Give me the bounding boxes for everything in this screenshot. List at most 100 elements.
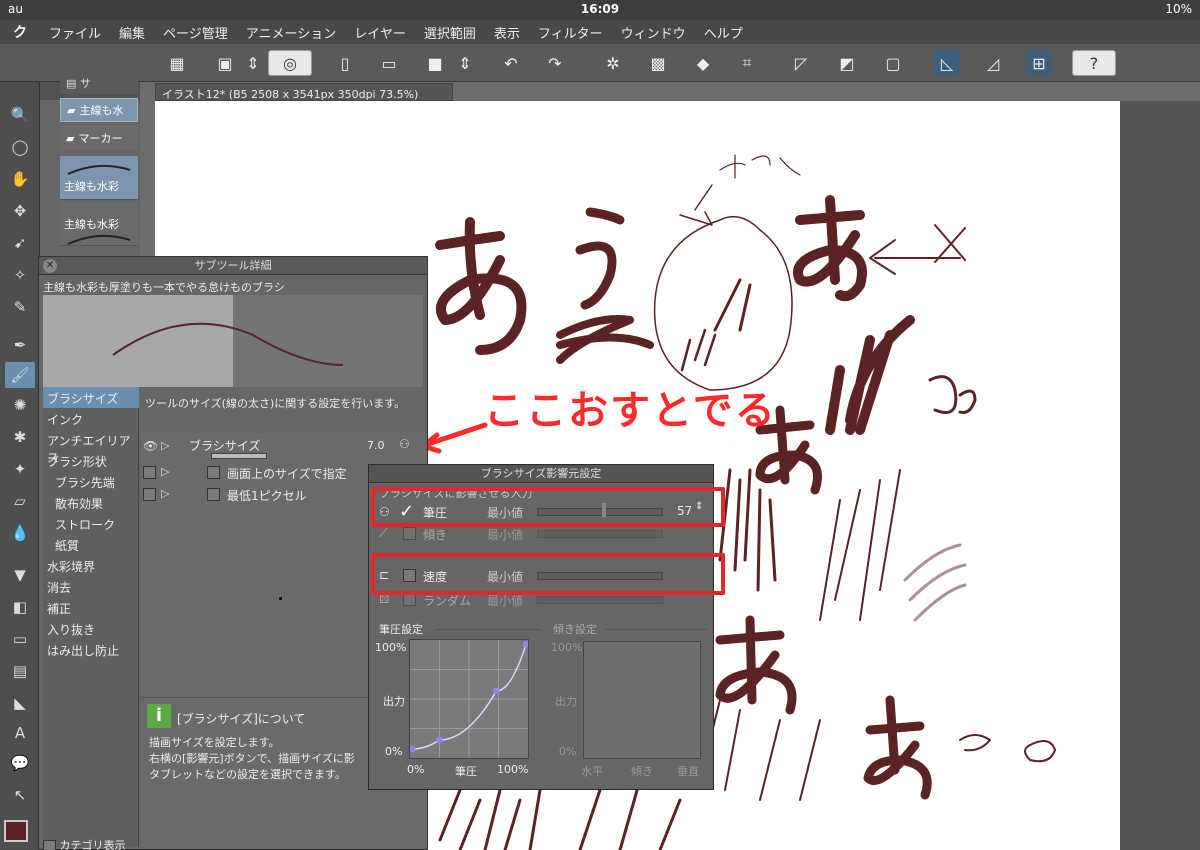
curve-control-point[interactable] [493, 688, 500, 695]
blend-tool-icon[interactable]: ✦ [5, 456, 35, 482]
tilt-y-axis-label: 出力 [555, 695, 577, 708]
stroke [819, 469, 901, 621]
brush-entry-label: 主線も水彩 [64, 180, 119, 193]
main-color-swatch[interactable] [4, 820, 28, 842]
hand-tool-icon[interactable]: ✋ [5, 166, 35, 192]
curve-control-point[interactable] [409, 746, 415, 753]
expand-icon[interactable]: ▷ [161, 465, 169, 478]
stroke [575, 241, 617, 310]
airbrush-tool-icon[interactable]: ✺ [5, 392, 35, 418]
eye-icon[interactable]: 👁 [143, 439, 158, 453]
move-tool-icon[interactable]: ✥ [5, 198, 35, 224]
tilt-icon: ⟋ [379, 526, 388, 540]
text-tool-icon[interactable]: A [5, 720, 35, 746]
info-line: タブレットなどの設定を選択できます。 [149, 768, 346, 781]
tilt-x-axis-left: 水平 [581, 765, 603, 778]
y-axis-bottom: 0% [385, 745, 403, 758]
on-screen-size-checkbox[interactable] [207, 466, 220, 479]
stroke [719, 154, 771, 179]
brush-size-slider[interactable] [211, 453, 267, 459]
category-display-toggle[interactable]: カテゴリ表示 [43, 837, 126, 850]
stroke [556, 333, 654, 349]
category-paper[interactable]: 紙質 [43, 534, 139, 555]
checkbox[interactable] [143, 488, 156, 501]
influence-source-icon[interactable]: ⚇ [399, 437, 410, 451]
category-spray[interactable]: 散布効果 [43, 492, 139, 513]
curve-control-point[interactable] [436, 737, 443, 744]
category-correction[interactable]: 補正 [43, 597, 139, 618]
marker-group-icon: ▰ [66, 131, 75, 145]
brush-size-label: ブラシサイズ [189, 439, 261, 453]
lasso-tool-icon[interactable]: ◯ [5, 134, 35, 160]
stroke [713, 278, 752, 332]
category-brush-size[interactable]: ブラシサイズ [43, 387, 139, 408]
figure-tool-icon[interactable]: ▭ [5, 626, 35, 652]
subtool-group-label: マーカー [78, 132, 123, 145]
stroke [958, 389, 977, 414]
frame-tool-icon[interactable]: ▤ [5, 658, 35, 684]
pressure-curve-graph[interactable] [409, 639, 529, 759]
tilt-min-slider[interactable] [537, 530, 663, 538]
expand-icon[interactable]: ▷ [161, 487, 169, 500]
curve-control-point[interactable] [523, 641, 529, 648]
brush-tool-icon[interactable]: 🖌 [5, 362, 35, 388]
eyedropper-icon[interactable]: ✎ [5, 294, 35, 320]
category-antialias[interactable]: アンチエイリアス [43, 429, 139, 465]
category-stroke[interactable]: ストローク [43, 513, 139, 534]
correction-tool-icon[interactable]: ↖ [5, 782, 35, 808]
annotation-text: ここおすとでる [484, 388, 777, 434]
tilt-x-axis-mid: 傾き [631, 765, 653, 778]
tilt-checkbox[interactable] [403, 527, 416, 540]
min-1px-checkbox[interactable] [207, 488, 220, 501]
category-taper[interactable]: 入り抜き [43, 618, 139, 639]
category-erase[interactable]: 消去 [43, 576, 139, 597]
on-screen-size-label: 画面上のサイズで指定 [227, 467, 347, 481]
fill-tool-icon[interactable]: ▼ [5, 562, 35, 588]
x-axis-label: 筆圧 [455, 765, 477, 778]
subtool-group-main[interactable]: ▰ 主線も水 [60, 98, 138, 122]
tool-bar: 🔍 ◯ ✋ ✥ ➹ ✧ ✎ ✒ 🖌 ✺ ✱ ✦ ▱ 💧 ▼ ◧ ▭ ▤ ◣ A … [0, 82, 40, 850]
ruler-tool-icon[interactable]: ◣ [5, 690, 35, 716]
highlight-box [371, 487, 725, 527]
close-icon[interactable]: ✕ [43, 259, 57, 273]
influence-window: ブラシサイズ影響元設定 ブラシサイズに影響させる入力 ⚇ ✓ 筆圧 最小値 57… [368, 464, 725, 790]
brush-name: 主線も水彩も厚塗りも一本でやる怠けものブラシ [43, 281, 285, 294]
info-title: [ブラシサイズ]について [177, 712, 306, 726]
category-overflow[interactable]: はみ出し防止 [43, 639, 139, 660]
gradient-tool-icon[interactable]: ◧ [5, 594, 35, 620]
stroke [680, 328, 717, 372]
subtool-tab-label: サ [79, 77, 91, 90]
eraser-tool-icon[interactable]: ▱ [5, 488, 35, 514]
brush-entry[interactable]: 主線も水彩 [60, 202, 138, 246]
category-display-checkbox[interactable] [43, 839, 56, 850]
category-watercolor-edge[interactable]: 水彩境界 [43, 555, 139, 576]
stroke [755, 440, 822, 495]
select-tool-icon[interactable]: ➹ [5, 230, 35, 256]
decoration-tool-icon[interactable]: ✱ [5, 424, 35, 450]
category-ink[interactable]: インク [43, 408, 139, 429]
highlight-box [371, 553, 725, 595]
random-min-slider[interactable] [537, 596, 663, 604]
stroke [699, 699, 821, 801]
category-brush-shape[interactable]: ブラシ形状 [43, 450, 139, 471]
subtool-group-marker[interactable]: ▰ マーカー [60, 126, 138, 150]
expand-icon[interactable]: ▷ [161, 439, 169, 452]
pen-tool-icon[interactable]: ✒ [5, 332, 35, 358]
brush-entry-label: 主線も水彩 [64, 218, 119, 231]
drop-tool-icon[interactable]: 💧 [5, 520, 35, 546]
balloon-tool-icon[interactable]: 💬 [5, 750, 35, 776]
stroke [934, 224, 966, 263]
magic-wand-icon[interactable]: ✧ [5, 262, 35, 288]
brush-size-value[interactable]: 7.0 [367, 439, 385, 452]
brush-entry-selected[interactable]: 主線も水彩 [60, 156, 138, 200]
checkbox[interactable] [143, 466, 156, 479]
tilt-section-divider [605, 629, 707, 630]
category-display-label: カテゴリ表示 [59, 839, 126, 850]
stroke [438, 788, 542, 850]
zoom-tool-icon[interactable]: 🔍 [5, 102, 35, 128]
subtool-tab[interactable]: ▤ サ [60, 72, 138, 94]
category-brush-tip[interactable]: ブラシ先端 [43, 471, 139, 492]
brush-group-icon: ▰ [67, 103, 76, 117]
brush-preview [43, 295, 423, 387]
info-line: 描画サイズを設定します。 [149, 736, 280, 749]
